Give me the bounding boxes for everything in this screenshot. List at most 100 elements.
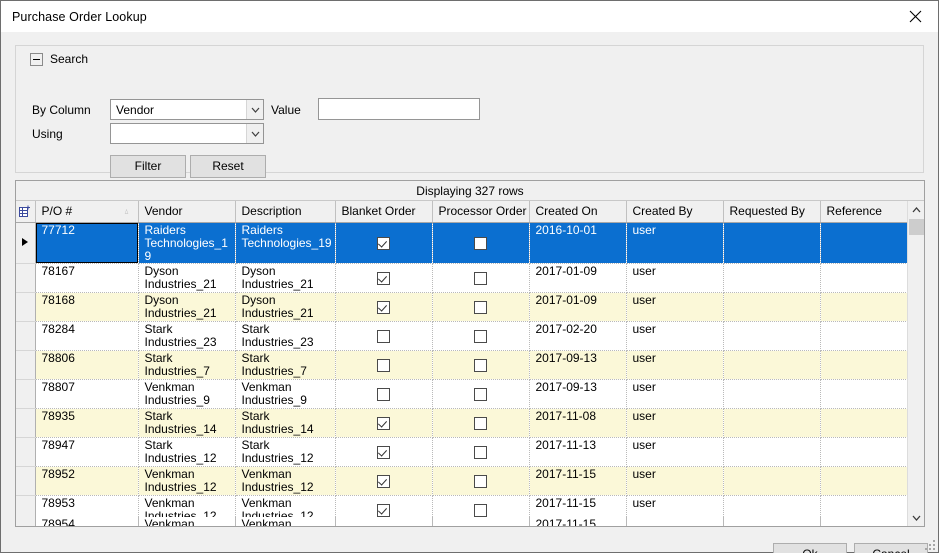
reset-button[interactable]: Reset <box>190 155 266 178</box>
row-gutter[interactable] <box>16 466 36 496</box>
resize-grip[interactable] <box>923 538 935 550</box>
cell-blanket-order <box>335 437 433 467</box>
row-gutter[interactable] <box>16 222 36 264</box>
checkbox-checked-icon[interactable] <box>377 300 390 314</box>
grid-scroll-region[interactable]: P/O # ▵ Vendor Description Blanket Order … <box>16 201 924 526</box>
partial-bottom-row[interactable]: 78954 Venkman Venkman 2017-11-15 <box>16 517 909 526</box>
row-gutter[interactable] <box>16 408 36 438</box>
cell-created-by: user <box>626 321 724 351</box>
checkbox-unchecked-icon[interactable] <box>474 329 487 343</box>
checkbox-checked-icon[interactable] <box>377 416 390 430</box>
grid-corner-icon <box>18 205 30 217</box>
column-header-reference[interactable]: Reference <box>820 201 910 223</box>
cell-reference <box>820 292 910 322</box>
cell-po: 78284 <box>35 321 139 351</box>
column-header-po[interactable]: P/O # ▵ <box>35 201 139 223</box>
table-row[interactable]: 78284 Stark Industries_23 Stark Industries… <box>16 321 910 351</box>
checkbox-unchecked-icon[interactable] <box>474 358 487 372</box>
scrollbar-thumb[interactable] <box>909 219 924 235</box>
checkbox-unchecked-icon[interactable] <box>474 503 487 517</box>
checkbox-unchecked-icon[interactable] <box>474 387 487 401</box>
by-column-select[interactable]: Vendor <box>110 99 264 120</box>
cell-reference <box>820 222 910 264</box>
cell-created-by: user <box>626 350 724 380</box>
checkbox-unchecked-icon[interactable] <box>474 300 487 314</box>
cell-processor-order <box>432 222 530 264</box>
column-header-blanket-order[interactable]: Blanket Order <box>335 201 433 223</box>
checkbox-unchecked-icon[interactable] <box>474 416 487 430</box>
table-row[interactable]: 78947 Stark Industries_12 Stark Industries… <box>16 437 910 467</box>
column-header-created-on[interactable]: Created On <box>529 201 627 223</box>
column-header-created-by[interactable]: Created By <box>626 201 724 223</box>
scroll-up-button[interactable] <box>908 201 924 218</box>
close-button[interactable] <box>892 1 938 31</box>
cell-requested-by <box>723 222 821 264</box>
checkbox-checked-icon[interactable] <box>377 445 390 459</box>
cell-requested-by <box>723 437 821 467</box>
vertical-scrollbar[interactable] <box>907 201 924 526</box>
cell-created-by: user <box>626 263 724 293</box>
scroll-down-button[interactable] <box>908 509 924 526</box>
row-gutter[interactable] <box>16 517 36 526</box>
table-row[interactable]: 78168 Dyson Industries_21 Dyson Industries… <box>16 292 910 322</box>
cell-po: 78168 <box>35 292 139 322</box>
checkbox-unchecked-icon[interactable] <box>377 358 390 372</box>
cell-processor-order <box>432 517 530 526</box>
column-header-description[interactable]: Description <box>235 201 336 223</box>
table-row[interactable]: 78954 Venkman Venkman 2017-11-15 <box>16 517 909 526</box>
column-header-processor-order[interactable]: Processor Order <box>432 201 530 223</box>
cell-blanket-order <box>335 292 433 322</box>
checkbox-checked-icon[interactable] <box>377 474 390 488</box>
checkbox-unchecked-icon[interactable] <box>474 445 487 459</box>
table-row[interactable]: 78952 Venkman Industries_12 Venkman Indust… <box>16 466 910 496</box>
row-gutter[interactable] <box>16 292 36 322</box>
checkbox-checked-icon[interactable] <box>377 271 390 285</box>
cell-po: 77712 <box>35 222 139 264</box>
checkbox-unchecked-icon[interactable] <box>474 236 487 250</box>
ok-button[interactable]: Ok <box>773 543 847 553</box>
cell-description: Raiders Technologies_19 <box>235 222 336 264</box>
search-group-header: Search <box>30 50 95 68</box>
row-count-label: Displaying 327 rows <box>16 181 924 201</box>
checkbox-unchecked-icon[interactable] <box>377 387 390 401</box>
checkbox-checked-icon[interactable] <box>377 236 390 250</box>
row-gutter[interactable] <box>16 437 36 467</box>
select-all-corner-cell[interactable] <box>16 201 36 223</box>
row-gutter[interactable] <box>16 321 36 351</box>
close-icon <box>909 10 921 22</box>
cancel-button[interactable]: Cancel <box>854 543 928 553</box>
cell-created-on: 2017-01-09 <box>529 292 627 322</box>
chevron-up-icon <box>912 206 921 212</box>
table-row[interactable]: 78806 Stark Industries_7 Stark Industries_… <box>16 350 910 380</box>
by-column-label: By Column <box>32 103 91 117</box>
collapse-toggle-button[interactable] <box>30 52 43 66</box>
value-input[interactable] <box>318 98 480 120</box>
checkbox-checked-icon[interactable] <box>377 503 390 517</box>
filter-button[interactable]: Filter <box>110 155 186 178</box>
using-select[interactable] <box>110 123 264 144</box>
cell-vendor: Stark Industries_14 <box>138 408 236 438</box>
by-column-selected-value: Vendor <box>116 102 155 117</box>
cell-po: 78935 <box>35 408 139 438</box>
table-row[interactable]: 77712 Raiders Technologies_19 Raiders Tech… <box>16 222 910 264</box>
table-body: 77712 Raiders Technologies_19 Raiders Tech… <box>16 222 910 525</box>
column-header-vendor[interactable]: Vendor <box>138 201 236 223</box>
cell-blanket-order <box>335 466 433 496</box>
checkbox-unchecked-icon[interactable] <box>474 474 487 488</box>
column-header-requested-by[interactable]: Requested By <box>723 201 821 223</box>
row-gutter[interactable] <box>16 350 36 380</box>
row-gutter[interactable] <box>16 263 36 293</box>
cell-reference <box>820 437 910 467</box>
checkbox-unchecked-icon[interactable] <box>377 329 390 343</box>
table-row[interactable]: 78167 Dyson Industries_21 Dyson Industries… <box>16 263 910 293</box>
table-row[interactable]: 78807 Venkman Industries_9 Venkman Industr… <box>16 379 910 409</box>
cell-created-by: user <box>626 379 724 409</box>
cell-description: Dyson Industries_21 <box>235 292 336 322</box>
row-gutter[interactable] <box>16 379 36 409</box>
table-header: P/O # ▵ Vendor Description Blanket Order … <box>16 201 910 223</box>
cell-requested-by <box>723 408 821 438</box>
cell-vendor: Stark Industries_7 <box>138 350 236 380</box>
cell-created-on: 2017-09-13 <box>529 350 627 380</box>
table-row[interactable]: 78935 Stark Industries_14 Stark Industries… <box>16 408 910 438</box>
checkbox-unchecked-icon[interactable] <box>474 271 487 285</box>
